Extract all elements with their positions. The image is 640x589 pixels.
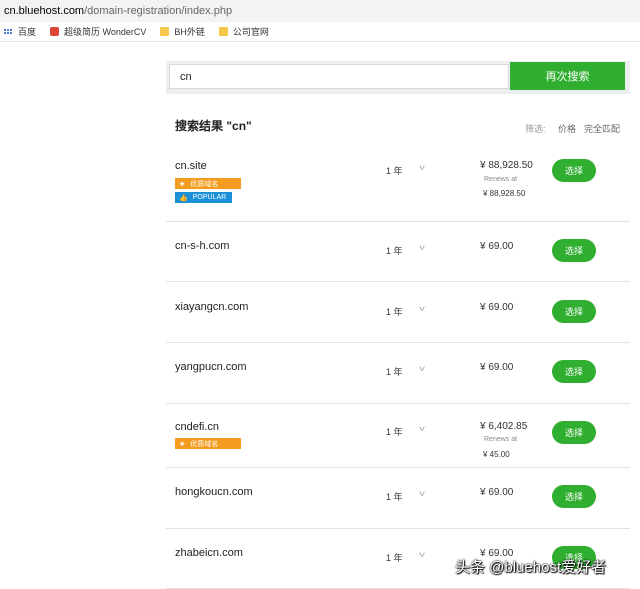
folder-icon <box>160 27 170 36</box>
star-icon: ★ <box>179 180 186 188</box>
domain-name: cn.site <box>175 160 207 172</box>
chevron-down-icon[interactable]: v <box>419 489 425 498</box>
renews-price: ¥ 88,928.50 <box>483 189 526 198</box>
baidu-icon <box>4 29 12 34</box>
chevron-down-icon[interactable]: v <box>419 163 425 172</box>
sort-price[interactable]: 价格 <box>558 122 576 135</box>
bookmarks-bar: 百度 超级简历 WonderCV BH外链 公司官网 <box>0 22 640 42</box>
price: ¥ 69.00 <box>480 487 514 498</box>
star-icon: ★ <box>179 440 186 448</box>
price: ¥ 69.00 <box>480 302 514 313</box>
period-select[interactable]: 1 年 <box>386 244 403 257</box>
bookmark-wondercv[interactable]: 超级简历 WonderCV <box>50 25 146 38</box>
price: ¥ 6,402.85 <box>480 421 528 432</box>
renews-label: Renews at <box>484 176 518 183</box>
period-select[interactable]: 1 年 <box>386 365 403 378</box>
price: ¥ 69.00 <box>480 362 514 373</box>
price: ¥ 69.00 <box>480 241 514 252</box>
domain-name: zhabeicn.com <box>175 547 243 559</box>
wondercv-icon <box>50 27 60 36</box>
premium-badge: ★ 优质域名 <box>175 178 241 189</box>
domain-name: hongkoucn.com <box>175 486 253 498</box>
price: ¥ 88,928.50 <box>480 160 533 171</box>
result-row: cndefi.cn ★ 优质域名 1 年 v ¥ 6,402.85 Renews … <box>166 404 630 468</box>
select-button[interactable]: 选择 <box>552 485 596 508</box>
select-button[interactable]: 选择 <box>552 159 596 182</box>
filter-label: 筛选: <box>525 124 546 134</box>
select-button[interactable]: 选择 <box>552 239 596 262</box>
domain-name: yangpucn.com <box>175 361 247 373</box>
thumbs-up-icon: 👍 <box>179 194 188 202</box>
select-button[interactable]: 选择 <box>552 360 596 383</box>
period-select[interactable]: 1 年 <box>386 164 403 177</box>
period-select[interactable]: 1 年 <box>386 551 403 564</box>
renews-price: ¥ 45.00 <box>483 450 510 459</box>
url-text[interactable]: cn.bluehost.com/domain-registration/inde… <box>4 5 232 17</box>
select-button[interactable]: 选择 <box>552 300 596 323</box>
chevron-down-icon[interactable]: v <box>419 304 425 313</box>
chevron-down-icon[interactable]: v <box>419 364 425 373</box>
result-row: xiayangcn.com 1 年 v ¥ 69.00 选择 <box>166 282 630 343</box>
result-row: yangpucn.com 1 年 v ¥ 69.00 选择 <box>166 343 630 404</box>
results-title: 搜索结果 "cn" <box>175 119 252 133</box>
sort-exact-match[interactable]: 完全匹配 <box>584 122 620 135</box>
renews-label: Renews at <box>484 436 518 443</box>
period-select[interactable]: 1 年 <box>386 490 403 503</box>
bookmark-baidu[interactable]: 百度 <box>4 25 36 38</box>
folder-icon <box>218 27 228 36</box>
bookmark-bh-links[interactable]: BH外链 <box>160 25 205 38</box>
result-row: cn.site ★ 优质域名 👍 POPULAR 1 年 v ¥ 88,928.50… <box>166 148 630 222</box>
search-input[interactable]: cn <box>169 64 509 89</box>
address-bar[interactable]: cn.bluehost.com/domain-registration/inde… <box>0 0 640 23</box>
domain-name: cndefi.cn <box>175 421 220 433</box>
bookmark-company-site[interactable]: 公司官网 <box>218 25 269 38</box>
result-row: cn-s-h.com 1 年 v ¥ 69.00 选择 <box>166 222 630 282</box>
search-again-button[interactable]: 再次搜索 <box>510 62 625 90</box>
popular-badge: 👍 POPULAR <box>175 192 232 203</box>
chevron-down-icon[interactable]: v <box>419 424 425 433</box>
premium-badge: ★ 优质域名 <box>175 438 241 449</box>
chevron-down-icon[interactable]: v <box>419 243 425 252</box>
period-select[interactable]: 1 年 <box>386 425 403 438</box>
select-button[interactable]: 选择 <box>552 421 596 444</box>
domain-name: cn-s-h.com <box>175 240 230 252</box>
chevron-down-icon[interactable]: v <box>419 550 425 559</box>
watermark-text: 头条 @bluehost爱好者 <box>455 559 607 576</box>
result-row: hongkoucn.com 1 年 v ¥ 69.00 选择 <box>166 468 630 529</box>
domain-name: xiayangcn.com <box>175 301 249 313</box>
period-select[interactable]: 1 年 <box>386 305 403 318</box>
